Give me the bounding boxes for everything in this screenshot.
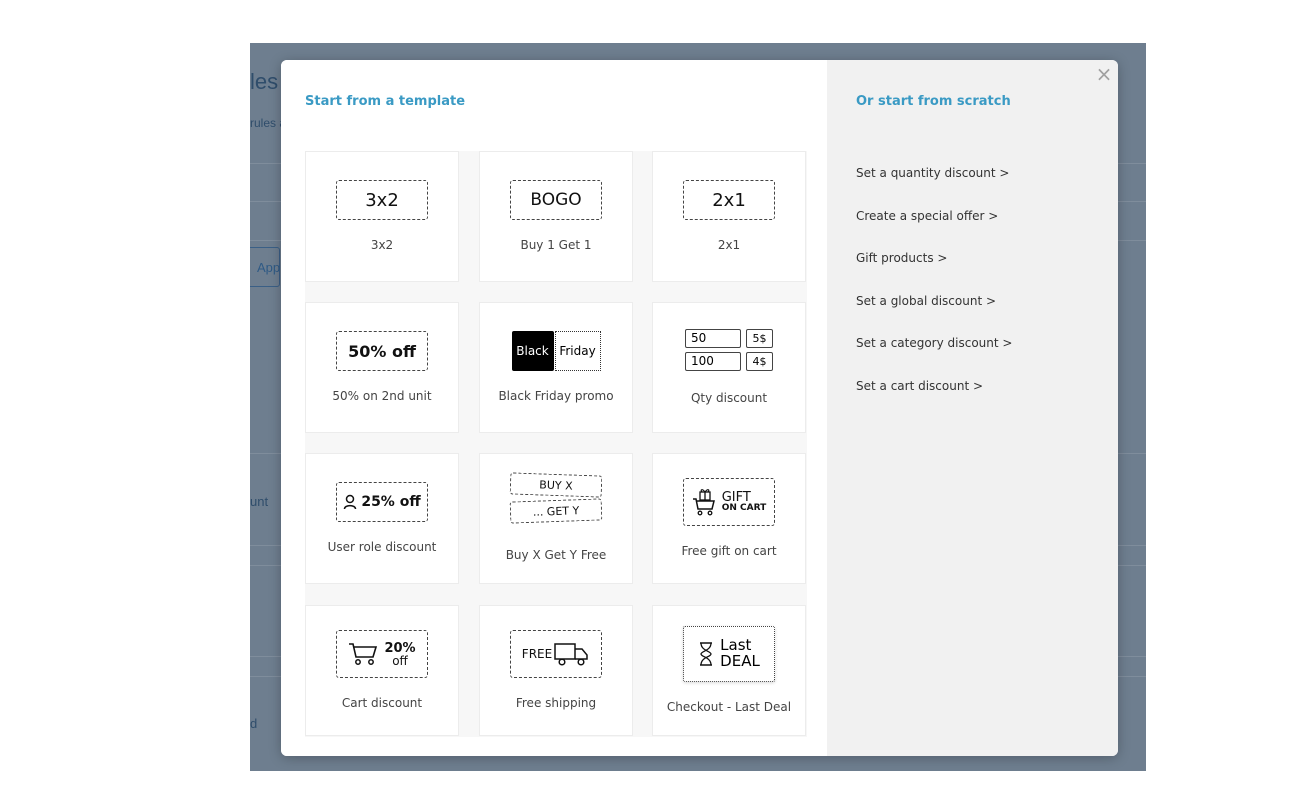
template-label: 2x1 [717,238,741,252]
qty-cell: 50 [685,329,741,348]
template-label: Black Friday promo [498,389,614,403]
template-card-black-friday[interactable]: Black Friday Black Friday promo [479,302,633,433]
price-cell: 5$ [746,329,773,348]
coupon-text: 25% off [361,494,421,510]
close-icon[interactable]: × [1094,64,1114,84]
coupon-art: BOGO [510,180,602,220]
link-special-offer[interactable]: Create a special offer > [856,209,1012,252]
background-item: unt [250,494,269,509]
scratch-panel: Or start from scratch Set a quantity dis… [827,60,1118,756]
coupon-text: ON CART [721,503,767,513]
template-card-50-off[interactable]: 50% off 50% on 2nd unit [305,302,459,433]
link-gift-products[interactable]: Gift products > [856,251,1012,294]
template-card-3x2[interactable]: 3x2 3x2 [305,151,459,282]
link-category-discount[interactable]: Set a category discount > [856,336,1012,379]
template-label: 50% on 2nd unit [332,389,432,403]
template-card-buy-x-get-y[interactable]: BUY X ... GET Y Buy X Get Y Free [479,453,633,584]
link-cart-discount[interactable]: Set a cart discount > [856,379,1012,422]
template-card-free-shipping[interactable]: FREE Free shipping [479,605,633,736]
coupon-art: 20% off [336,630,428,678]
coupon-art: GIFT ON CART [683,478,775,526]
coupon-text: off [392,653,408,668]
coupon-art: 50% off [336,331,428,371]
template-label: Free shipping [515,696,597,710]
coupon-text: FREE [521,647,553,661]
template-modal: Start from a template 3x2 3x2 BOGO Buy 1… [281,60,1118,756]
template-card-free-gift[interactable]: GIFT ON CART Free gift on cart [652,453,806,584]
background-tab: App [250,247,280,287]
user-icon [344,494,357,510]
template-label: Checkout - Last Deal [666,700,792,714]
coupon-text: DEAL [720,652,760,670]
link-global-discount[interactable]: Set a global discount > [856,294,1012,337]
template-card-qty-discount[interactable]: 50 5$ 100 4$ Qty discount [652,302,806,433]
template-card-2x1[interactable]: 2x1 2x1 [652,151,806,282]
background-title: les [250,69,279,94]
template-label: Buy 1 Get 1 [520,238,592,252]
template-label: Cart discount [341,696,423,710]
coupon-art: FREE [510,630,602,678]
coupon-art: 25% off [336,482,428,522]
black-friday-black-block: Black [511,331,554,371]
qty-row: 50 5$ [685,329,773,348]
scratch-link-list: Set a quantity discount > Create a speci… [856,166,1012,422]
template-label: Free gift on cart [681,544,777,558]
coupon-top: BUY X [509,472,603,498]
template-card-cart-discount[interactable]: 20% off Cart discount [305,605,459,736]
gift-cart-icon [692,489,715,516]
qty-cell: 100 [685,352,741,371]
template-card-last-deal[interactable]: Last DEAL Checkout - Last Deal [652,605,806,736]
coupon-art: 3x2 [336,180,428,220]
background-item: d [250,716,258,731]
template-card-bogo[interactable]: BOGO Buy 1 Get 1 [479,151,633,282]
template-grid: 3x2 3x2 BOGO Buy 1 Get 1 2x1 2x1 50% off [305,151,807,737]
qty-row: 100 4$ [685,352,773,371]
coupon-art: 2x1 [683,180,775,220]
template-card-user-role[interactable]: 25% off User role discount [305,453,459,584]
template-label: Qty discount [690,391,768,405]
template-panel-title: Start from a template [305,94,466,109]
template-label: 3x2 [370,238,394,252]
cart-icon [349,643,378,665]
coupon-art: Last DEAL [683,626,775,682]
template-panel: Start from a template 3x2 3x2 BOGO Buy 1… [281,60,827,756]
coupon-text: 20% [384,640,416,656]
truck-icon [554,643,588,666]
link-quantity-discount[interactable]: Set a quantity discount > [856,166,1012,209]
template-label: User role discount [327,540,437,554]
black-friday-dotted-block: Friday [554,331,601,371]
price-cell: 4$ [746,352,773,371]
template-label: Buy X Get Y Free [505,548,607,562]
scratch-panel-title: Or start from scratch [856,94,1011,109]
hourglass-icon [700,642,713,666]
qty-table-art: 50 5$ 100 4$ [685,329,773,371]
background-tab-label: App [257,260,281,275]
coupon-bottom: ... GET Y [509,498,603,524]
